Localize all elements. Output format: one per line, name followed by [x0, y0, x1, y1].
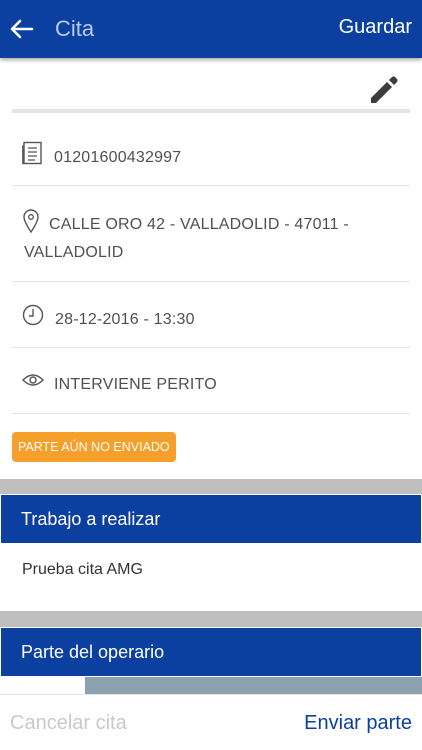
section-separator [0, 479, 422, 494]
address-line-2: VALLADOLID [24, 244, 124, 261]
progress-fill [85, 677, 422, 694]
clock-icon [22, 304, 44, 326]
divider [12, 109, 410, 113]
location-pin-icon [23, 209, 39, 234]
section-separator [0, 611, 422, 627]
policy-row: 01201600432997 [12, 128, 410, 186]
policy-number: 01201600432997 [54, 149, 182, 166]
address-line-1: CALLE ORO 42 - VALLADOLID - 47011 - [49, 216, 349, 233]
work-description: Prueba cita AMG [22, 561, 143, 578]
visibility-text: INTERVIENE PERITO [54, 376, 217, 393]
visibility-row: INTERVIENE PERITO [12, 348, 410, 414]
cancel-appointment-button[interactable]: Cancelar cita [10, 712, 127, 735]
app-bar: Cita Guardar [0, 0, 422, 58]
status-badge: PARTE AÚN NO ENVIADO [12, 432, 176, 462]
operator-section-header: Parte del operario [1, 628, 421, 676]
work-section-header: Trabajo a realizar [1, 495, 421, 543]
send-report-button[interactable]: Enviar parte [304, 712, 412, 735]
page-title: Cita [55, 16, 95, 41]
datetime-row: 28-12-2016 - 13:30 [12, 282, 410, 348]
save-button[interactable]: Guardar [339, 16, 412, 39]
arrow-left-icon[interactable] [6, 13, 38, 45]
pencil-icon[interactable] [365, 70, 399, 106]
address-row: CALLE ORO 42 - VALLADOLID - 47011 - VALL… [12, 186, 410, 282]
appointment-datetime: 28-12-2016 - 13:30 [55, 311, 195, 328]
document-icon [22, 141, 42, 165]
eye-icon [22, 374, 44, 386]
